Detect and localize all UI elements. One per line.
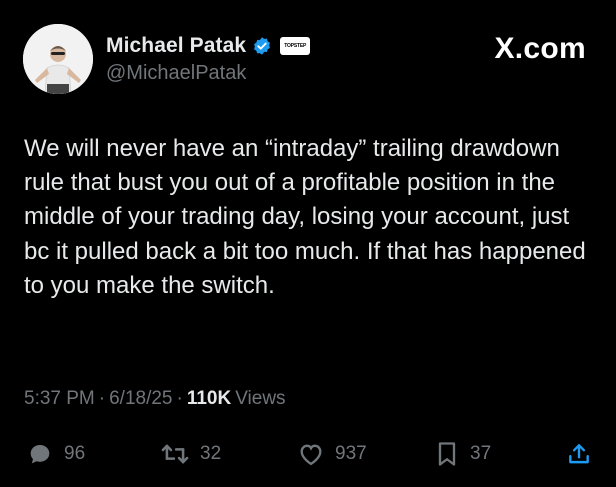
tweet-time[interactable]: 5:37 PM bbox=[24, 388, 95, 410]
author-display-name[interactable]: Michael Patak bbox=[106, 34, 246, 58]
verified-icon bbox=[252, 36, 272, 56]
affiliate-badge[interactable]: TOPSTEP bbox=[280, 37, 311, 55]
author-handle[interactable]: @MichaelPatak bbox=[106, 62, 246, 85]
tweet-text: We will never have an “intraday” trailin… bbox=[24, 135, 586, 299]
reply-button[interactable]: 96 bbox=[26, 436, 85, 472]
repost-icon bbox=[160, 440, 190, 468]
share-icon bbox=[566, 440, 592, 468]
tweet-card: Michael Patak TOPSTEP @MichaelPatak X.co… bbox=[0, 0, 616, 487]
repost-button[interactable]: 32 bbox=[160, 436, 221, 472]
views-count: 110K bbox=[186, 388, 232, 409]
meta-separator: · bbox=[176, 388, 183, 409]
author-name-row: Michael Patak TOPSTEP bbox=[106, 34, 311, 58]
tweet-date[interactable]: 6/18/25 bbox=[109, 388, 172, 410]
views-label: Views bbox=[235, 388, 286, 409]
action-bar: 96 32 937 37 bbox=[0, 436, 616, 472]
meta-separator: · bbox=[98, 388, 106, 409]
like-count: 937 bbox=[335, 443, 367, 464]
share-button[interactable] bbox=[566, 436, 592, 472]
reply-count: 96 bbox=[64, 443, 86, 464]
bookmark-button[interactable]: 37 bbox=[434, 436, 491, 472]
like-button[interactable]: 937 bbox=[297, 436, 367, 472]
repost-count: 32 bbox=[200, 443, 222, 464]
avatar[interactable] bbox=[23, 24, 93, 94]
tweet-meta: 5:37 PM · 6/18/25 · 110K Views bbox=[24, 388, 286, 410]
bookmark-count: 37 bbox=[470, 443, 492, 464]
like-icon bbox=[297, 440, 325, 468]
reply-icon bbox=[26, 440, 54, 468]
bookmark-icon bbox=[434, 440, 460, 468]
brand-logo: X.com bbox=[494, 32, 586, 65]
